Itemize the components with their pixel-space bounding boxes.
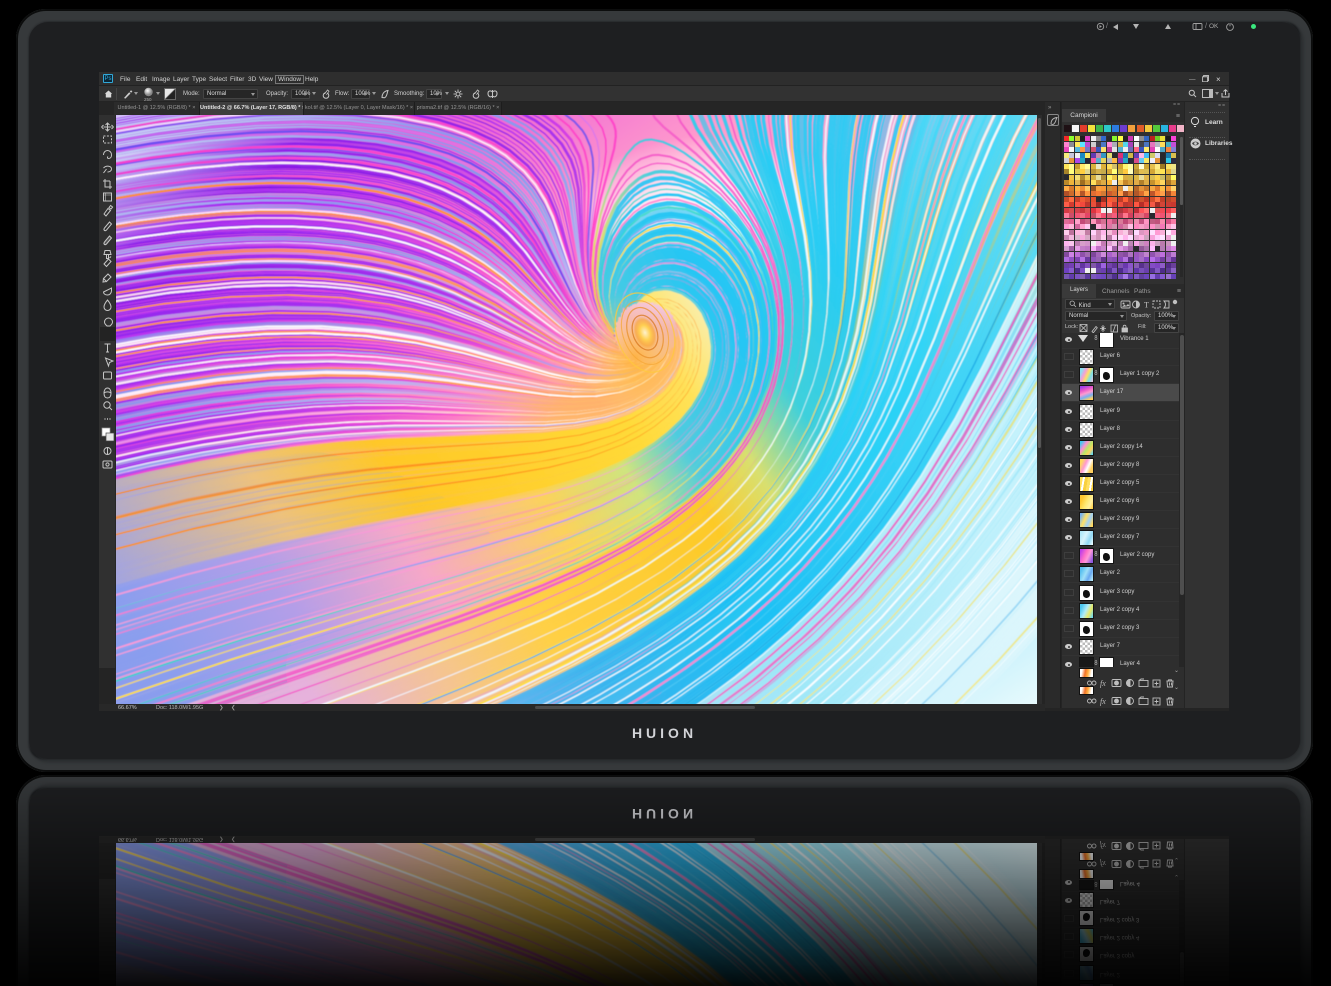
- svg-text:fx: fx: [1100, 697, 1106, 706]
- svg-text:fx: fx: [1100, 679, 1106, 688]
- svg-text:T: T: [1144, 301, 1149, 310]
